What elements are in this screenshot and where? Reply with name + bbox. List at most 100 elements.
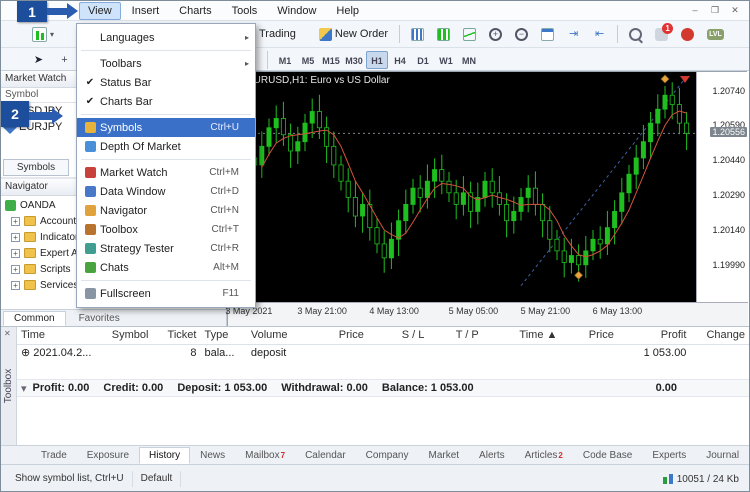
view-menu-item-strategy-tester[interactable]: Strategy TesterCtrl+R [77, 239, 255, 258]
expander-icon[interactable]: + [11, 217, 20, 226]
metatrader-window: ViewInsertChartsToolsWindowHelp ‒ ❐ ✕ ▾ … [0, 0, 750, 492]
toolbox-icon [85, 224, 96, 235]
tab-mailbox[interactable]: Mailbox7 [235, 447, 295, 464]
tab-market[interactable]: Market [418, 447, 469, 464]
tab-company[interactable]: Company [356, 447, 419, 464]
crosshair-tool-button[interactable]: + [53, 50, 76, 71]
search-button[interactable] [624, 24, 647, 45]
tab-alerts[interactable]: Alerts [469, 447, 515, 464]
column-header-price[interactable]: Price [561, 327, 617, 344]
timeframe-w1[interactable]: W1 [435, 51, 457, 69]
notifications-button[interactable]: 1 [650, 24, 673, 45]
zoom-in-button[interactable]: + [484, 24, 507, 45]
bar-chart-mode-button[interactable] [406, 24, 429, 45]
view-menu-item-market-watch[interactable]: Market WatchCtrl+M [77, 163, 255, 182]
annotation-step-2: 2 [1, 101, 29, 127]
chart-shift-button[interactable]: ⇤ [588, 24, 611, 45]
tab-trade[interactable]: Trade [31, 447, 77, 464]
expander-icon[interactable]: + [11, 233, 20, 242]
menu-insert[interactable]: Insert [123, 2, 169, 20]
panel-tab-common[interactable]: Common [3, 311, 66, 326]
menu-help[interactable]: Help [327, 2, 368, 20]
cell: 1 053.00 [618, 344, 691, 361]
view-menu-item-data-window[interactable]: Data WindowCtrl+D [77, 182, 255, 201]
new-order-button[interactable]: New Order [314, 24, 393, 45]
level-button[interactable]: LVL [702, 24, 729, 45]
candlestick-chart[interactable] [228, 72, 696, 302]
close-button[interactable]: ✕ [727, 5, 743, 16]
cursor-tool-button[interactable]: ➤ [27, 50, 50, 71]
view-menu-item-depth-of-market[interactable]: Depth Of Market [77, 137, 255, 156]
collapse-icon[interactable]: ▾ [21, 382, 27, 395]
view-menu-item-languages[interactable]: Languages▸ [77, 28, 255, 47]
zoom-out-icon: − [515, 28, 528, 41]
expander-icon[interactable]: + [11, 265, 20, 274]
column-header-change[interactable]: Change [690, 327, 749, 344]
view-menu-item-toolbars[interactable]: Toolbars▸ [77, 54, 255, 73]
column-header-symbol[interactable]: Symbol [108, 327, 162, 344]
summary-profit: 0.00 [656, 382, 677, 394]
timeframe-mn[interactable]: MN [458, 51, 480, 69]
tab-experts[interactable]: Experts [642, 447, 696, 464]
timeframe-h4[interactable]: H4 [389, 51, 411, 69]
time-tick: 4 May 13:00 [369, 306, 419, 316]
expander-icon[interactable]: + [11, 249, 20, 258]
menu-charts[interactable]: Charts [170, 2, 220, 20]
column-header-profit[interactable]: Profit [618, 327, 691, 344]
tab-calendar[interactable]: Calendar [295, 447, 356, 464]
new-chart-button[interactable]: ▾ [27, 24, 59, 45]
time-axis[interactable]: 3 May 20213 May 21:004 May 13:005 May 05… [228, 302, 748, 327]
minimize-button[interactable]: ‒ [687, 5, 703, 16]
tab-code-base[interactable]: Code Base [573, 447, 642, 464]
close-icon[interactable]: ✕ [4, 329, 11, 338]
candle-chart-mode-button[interactable] [432, 24, 455, 45]
column-header-time[interactable]: Time [17, 327, 108, 344]
folder-icon [24, 216, 36, 226]
connection-status[interactable]: 10051 / 24 Kb [663, 474, 743, 485]
column-header-price[interactable]: Price [305, 327, 368, 344]
chart-window[interactable]: EURUSD,H1: Euro vs US Dollar 1.207401.20… [227, 71, 747, 326]
tab-exposure[interactable]: Exposure [77, 447, 139, 464]
menu-tools[interactable]: Tools [223, 2, 267, 20]
tab-news[interactable]: News [190, 447, 235, 464]
view-menu-item-status-bar[interactable]: ✔Status Bar [77, 73, 255, 92]
price-axis[interactable]: 1.207401.205901.204401.202901.201401.199… [696, 72, 748, 302]
timeframe-m1[interactable]: M1 [274, 51, 296, 69]
cell [108, 344, 162, 361]
menu-window[interactable]: Window [268, 2, 325, 20]
line-chart-mode-button[interactable] [458, 24, 481, 45]
market-watch-symbols-tab[interactable]: Symbols [3, 159, 69, 176]
timeframe-d1[interactable]: D1 [412, 51, 434, 69]
panel-tab-favorites[interactable]: Favorites [68, 311, 131, 326]
record-button[interactable] [676, 24, 699, 45]
timeframe-m15[interactable]: M15 [320, 51, 342, 69]
timeframe-m5[interactable]: M5 [297, 51, 319, 69]
column-header-volume[interactable]: Volume [247, 327, 305, 344]
view-menu-item-navigator[interactable]: NavigatorCtrl+N [77, 201, 255, 220]
tile-windows-button[interactable] [536, 24, 559, 45]
tab-history[interactable]: History [139, 447, 190, 464]
view-menu-item-chats[interactable]: ChatsAlt+M [77, 258, 255, 277]
time-tick: 6 May 13:00 [593, 306, 643, 316]
column-header-type[interactable]: Type [200, 327, 246, 344]
tab-articles[interactable]: Articles2 [515, 447, 573, 464]
column-header-tp[interactable]: T / P [428, 327, 482, 344]
view-menu-item-charts-bar[interactable]: ✔Charts Bar [77, 92, 255, 111]
timeframe-m30[interactable]: M30 [343, 51, 365, 69]
view-menu-item-symbols[interactable]: SymbolsCtrl+U [77, 118, 255, 137]
menu-view[interactable]: View [79, 2, 121, 20]
expander-icon[interactable]: + [11, 281, 20, 290]
chart-plot[interactable]: EURUSD,H1: Euro vs US Dollar [228, 72, 696, 302]
view-menu-item-toolbox[interactable]: ToolboxCtrl+T [77, 220, 255, 239]
column-header-time[interactable]: Time ▲ [483, 327, 562, 344]
column-header-sl[interactable]: S / L [368, 327, 428, 344]
restore-button[interactable]: ❐ [707, 5, 723, 16]
zoom-out-button[interactable]: − [510, 24, 533, 45]
tab-journal[interactable]: Journal [696, 447, 749, 464]
view-menu-item-fullscreen[interactable]: FullscreenF11 [77, 284, 255, 303]
column-header-ticket[interactable]: Ticket [162, 327, 200, 344]
profile-name[interactable]: Default [133, 471, 182, 487]
auto-scroll-button[interactable]: ⇥ [562, 24, 585, 45]
table-row[interactable]: ⊕ 2021.04.2...8bala...deposit1 053.00 [17, 344, 749, 361]
timeframe-h1[interactable]: H1 [366, 51, 388, 69]
